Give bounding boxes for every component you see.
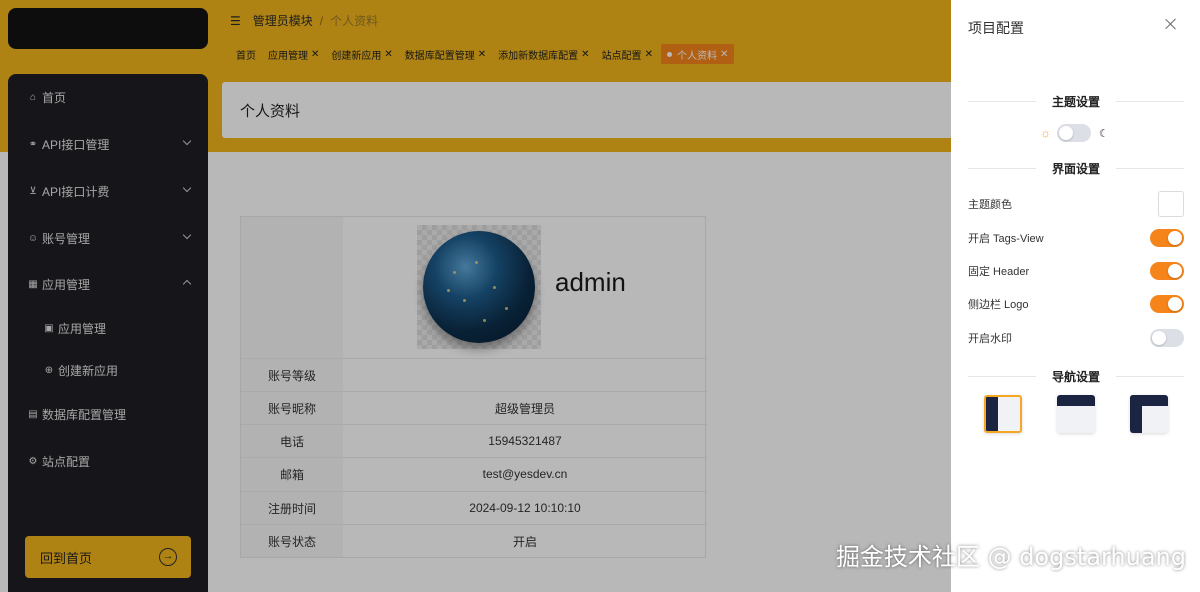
moon-icon: ☾ — [1099, 127, 1109, 140]
setting-label: 侧边栏 Logo — [968, 299, 1029, 311]
mixed-layout-option[interactable] — [1130, 395, 1168, 433]
sidebar-logo-row: 侧边栏 Logo — [968, 293, 1184, 315]
setting-label: 固定 Header — [968, 266, 1030, 278]
side-layout-option[interactable] — [984, 395, 1022, 433]
theme-mode-row: ☼ ☾ — [1040, 124, 1109, 142]
nav-section-title: 导航设置 — [1052, 369, 1101, 384]
theme-section-divider: 主题设置 — [968, 93, 1184, 109]
top-layout-option[interactable] — [1057, 395, 1095, 433]
theme-color-row: 主题颜色 — [968, 191, 1184, 217]
close-icon[interactable] — [1164, 17, 1178, 31]
sun-icon: ☼ — [1040, 126, 1051, 140]
sidebar-logo-switch[interactable] — [1150, 295, 1184, 313]
tags-view-row: 开启 Tags-View — [968, 227, 1184, 249]
dark-mode-switch[interactable] — [1057, 124, 1091, 142]
theme-color-label: 主题颜色 — [968, 199, 1012, 211]
setting-label: 开启水印 — [968, 333, 1012, 345]
tags-view-switch[interactable] — [1150, 229, 1184, 247]
watermark-text: 掘金技术社区 @ dogstarhuang — [835, 543, 1186, 571]
nav-layout-options — [984, 395, 1169, 433]
ui-section-title: 界面设置 — [1052, 161, 1101, 176]
fixed-header-row: 固定 Header — [968, 260, 1184, 282]
watermark-switch[interactable] — [1150, 329, 1184, 347]
settings-drawer: 项目配置 主题设置 ☼ ☾ 界面设置 主题颜色 开启 Tags-View 固定 … — [951, 0, 1200, 592]
fixed-header-switch[interactable] — [1150, 262, 1184, 280]
drawer-title: 项目配置 — [968, 20, 1024, 36]
theme-section-title: 主题设置 — [1052, 94, 1101, 109]
setting-label: 开启 Tags-View — [968, 233, 1044, 245]
nav-section-divider: 导航设置 — [968, 368, 1184, 384]
ui-section-divider: 界面设置 — [968, 160, 1184, 176]
watermark-row: 开启水印 — [968, 327, 1184, 349]
theme-color-picker[interactable] — [1158, 191, 1184, 217]
